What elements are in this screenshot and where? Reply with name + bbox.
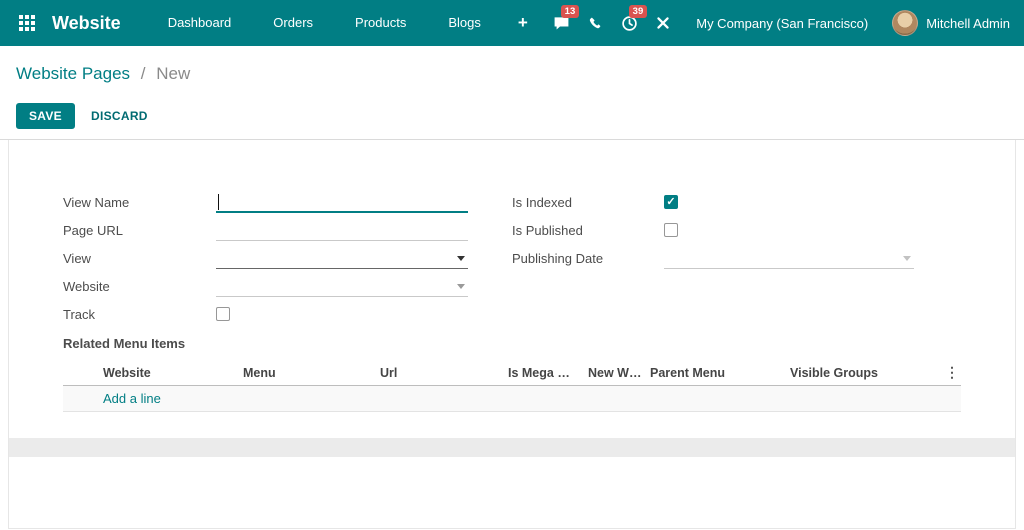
col-header-new-window[interactable]: New W…: [588, 366, 650, 380]
col-header-website[interactable]: Website: [103, 366, 243, 380]
publishing-date-input[interactable]: [664, 247, 914, 269]
field-row-is-published: Is Published: [512, 216, 961, 244]
save-button[interactable]: SAVE: [16, 103, 75, 129]
field-row-publishing-date: Publishing Date: [512, 244, 961, 272]
main-menu: Dashboard Orders Products Blogs +: [147, 0, 544, 46]
page-url-label: Page URL: [63, 222, 123, 238]
field-row-page-url: Page URL: [63, 216, 512, 244]
chevron-down-icon: [903, 256, 911, 261]
messages-button[interactable]: 13: [544, 0, 580, 46]
website-select[interactable]: [216, 275, 468, 297]
user-avatar: [892, 10, 919, 36]
apps-grid-icon[interactable]: [10, 0, 44, 46]
menu-item-orders[interactable]: Orders: [252, 0, 334, 46]
page-url-input[interactable]: [216, 219, 468, 241]
track-label: Track: [63, 306, 96, 322]
user-name: Mitchell Admin: [926, 15, 1010, 31]
website-label: Website: [63, 278, 110, 294]
is-published-checkbox[interactable]: [664, 223, 678, 237]
breadcrumb-separator: /: [140, 64, 146, 83]
breadcrumb-website-pages[interactable]: Website Pages: [16, 64, 130, 83]
app-title[interactable]: Website: [52, 13, 121, 34]
form-actions: SAVE DISCARD: [16, 103, 1008, 129]
tools-cross-icon: [656, 16, 670, 30]
col-header-menu[interactable]: Menu: [243, 366, 380, 380]
breadcrumb-current: New: [156, 64, 191, 83]
add-a-line-link[interactable]: Add a line: [103, 391, 161, 406]
top-navbar: Website Dashboard Orders Products Blogs …: [0, 0, 1024, 46]
company-switcher[interactable]: My Company (San Francisco): [696, 16, 868, 31]
is-indexed-label: Is Indexed: [512, 194, 572, 210]
text-cursor: [218, 194, 219, 210]
field-row-is-indexed: Is Indexed: [512, 188, 961, 216]
activities-button[interactable]: 39: [612, 0, 648, 46]
calls-button[interactable]: [578, 0, 612, 46]
col-header-parent-menu[interactable]: Parent Menu: [650, 366, 790, 380]
table-header-row: Website Menu Url Is Mega … New W… Parent…: [63, 360, 961, 386]
field-row-website: Website: [63, 272, 512, 300]
chevron-down-icon: [457, 284, 465, 289]
menu-item-blogs[interactable]: Blogs: [427, 0, 502, 46]
related-menu-items-table: Website Menu Url Is Mega … New W… Parent…: [63, 360, 961, 412]
menu-item-dashboard[interactable]: Dashboard: [147, 0, 253, 46]
is-published-label: Is Published: [512, 222, 583, 238]
menu-item-products[interactable]: Products: [334, 0, 427, 46]
view-select[interactable]: [216, 247, 468, 269]
messages-badge: 13: [560, 5, 580, 18]
systray: 13 39 My Company (San Francisco) Mitchel…: [544, 0, 1010, 46]
form-view: View Name Page URL View Website Track Is…: [8, 140, 1016, 529]
form-sheet: View Name Page URL View Website Track Is…: [9, 140, 1015, 412]
publishing-date-label: Publishing Date: [512, 250, 604, 266]
breadcrumb: Website Pages / New: [16, 64, 1008, 90]
tools-button[interactable]: [646, 0, 680, 46]
chevron-down-icon: [457, 256, 465, 261]
related-menu-items-title: Related Menu Items: [63, 336, 186, 351]
is-indexed-checkbox[interactable]: [664, 195, 678, 209]
col-header-visible-groups[interactable]: Visible Groups: [790, 366, 940, 380]
discard-button[interactable]: DISCARD: [91, 109, 148, 123]
field-row-view-name: View Name: [63, 188, 512, 216]
col-header-url[interactable]: Url: [380, 366, 508, 380]
phone-icon: [588, 16, 603, 31]
activities-badge: 39: [628, 5, 648, 18]
control-panel: Website Pages / New SAVE DISCARD: [0, 46, 1024, 140]
sheet-footer-band: [9, 438, 1015, 457]
user-menu[interactable]: Mitchell Admin: [892, 10, 1010, 36]
track-checkbox[interactable]: [216, 307, 230, 321]
field-row-track: Track: [63, 300, 512, 328]
view-name-input[interactable]: [216, 191, 468, 213]
odoo-app: Website Dashboard Orders Products Blogs …: [0, 0, 1024, 529]
field-row-view: View: [63, 244, 512, 272]
list-options-icon[interactable]: ⋮: [943, 364, 961, 381]
view-label: View: [63, 250, 91, 266]
new-content-plus-button[interactable]: +: [502, 0, 544, 46]
view-name-label: View Name: [63, 194, 130, 210]
col-header-is-mega-menu[interactable]: Is Mega …: [508, 366, 588, 380]
add-line-row: Add a line: [63, 386, 961, 412]
